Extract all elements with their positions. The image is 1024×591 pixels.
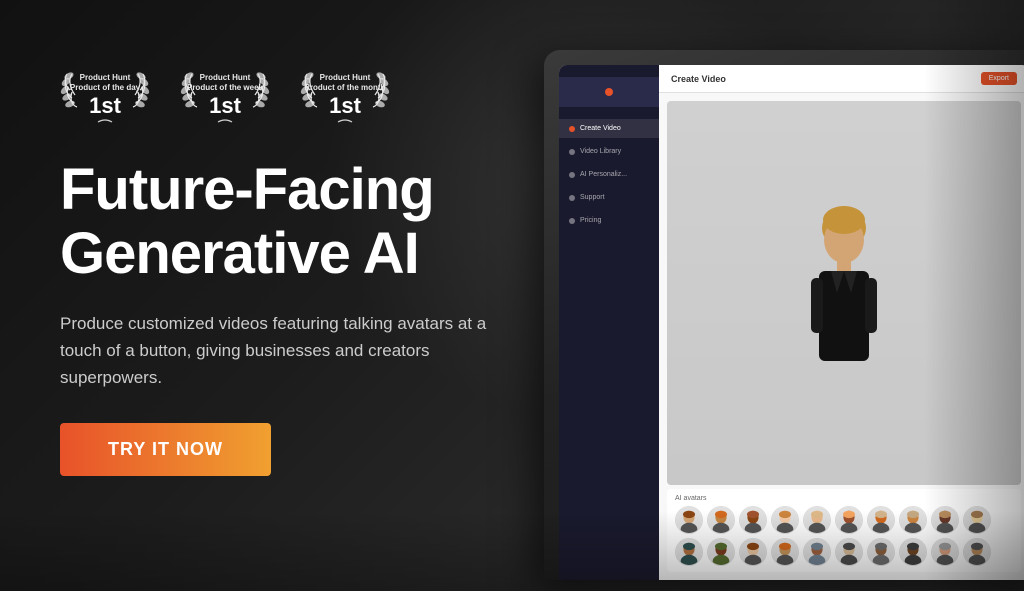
sidebar-item-support[interactable]: Support bbox=[559, 188, 659, 207]
laptop-screen: Create Video Video Library AI Personaliz… bbox=[559, 65, 1024, 580]
badge-text-3: Product HuntProduct of the month 1st bbox=[305, 73, 386, 116]
sidebar-icon bbox=[569, 172, 575, 178]
avatars-grid bbox=[675, 506, 1013, 566]
sidebar-label: Create Video bbox=[580, 125, 621, 132]
badge-text-2: Product HuntProduct of the week 1st bbox=[187, 73, 263, 116]
badge-rank-1: 1st bbox=[70, 95, 140, 117]
sidebar-icon bbox=[569, 195, 575, 201]
avatar-thumb[interactable] bbox=[867, 506, 895, 534]
avatar-thumb[interactable] bbox=[707, 506, 735, 534]
avatars-label: AI avatars bbox=[675, 495, 1013, 502]
sidebar-icon bbox=[569, 149, 575, 155]
app-sidebar: Create Video Video Library AI Personaliz… bbox=[559, 65, 659, 580]
badge-top-2: Product HuntProduct of the week bbox=[187, 73, 263, 92]
avatar-thumb[interactable] bbox=[835, 506, 863, 534]
avatar-svg bbox=[789, 198, 899, 388]
sidebar-icon bbox=[569, 218, 575, 224]
video-preview bbox=[667, 101, 1021, 485]
avatar-thumb[interactable] bbox=[899, 538, 927, 566]
cta-button[interactable]: TRY IT NOW bbox=[60, 423, 271, 476]
badge-rank-2: 1st bbox=[187, 95, 263, 117]
badge-rank-3: 1st bbox=[305, 95, 386, 117]
sidebar-logo bbox=[559, 77, 659, 107]
avatar-thumb[interactable] bbox=[803, 506, 831, 534]
avatar-thumb[interactable] bbox=[707, 538, 735, 566]
app-mockup: Create Video Video Library AI Personaliz… bbox=[524, 20, 1024, 580]
avatar-thumb[interactable] bbox=[771, 538, 799, 566]
sidebar-label: Pricing bbox=[580, 217, 601, 224]
avatar-thumb[interactable] bbox=[771, 506, 799, 534]
badge-laurel-2: Product HuntProduct of the week 1st bbox=[180, 60, 270, 130]
logo-dot bbox=[605, 88, 613, 96]
sidebar-item-create[interactable]: Create Video bbox=[559, 119, 659, 138]
sidebar-item-library[interactable]: Video Library bbox=[559, 142, 659, 161]
avatar-thumb[interactable] bbox=[835, 538, 863, 566]
app-main: Create Video Export bbox=[659, 65, 1024, 580]
avatar-thumb[interactable] bbox=[675, 506, 703, 534]
badge-laurel-3: Product HuntProduct of the month 1st bbox=[300, 60, 390, 130]
badge-top-1: Product HuntProduct of the day bbox=[70, 73, 140, 92]
app-content: AI avatars bbox=[659, 93, 1024, 580]
badge-2: Product HuntProduct of the week 1st bbox=[180, 60, 270, 130]
avatar-thumb[interactable] bbox=[899, 506, 927, 534]
sidebar-label: Support bbox=[580, 194, 605, 201]
avatar-thumb[interactable] bbox=[675, 538, 703, 566]
avatar-thumb[interactable] bbox=[963, 538, 991, 566]
avatar-person bbox=[667, 101, 1021, 485]
subtitle: Produce customized videos featuring talk… bbox=[60, 310, 500, 392]
avatar-thumb[interactable] bbox=[931, 538, 959, 566]
sidebar-item-ai[interactable]: AI Personaliz... bbox=[559, 165, 659, 184]
badge-1: Product HuntProduct of the day 1st bbox=[60, 60, 150, 130]
avatar-thumb[interactable] bbox=[739, 538, 767, 566]
app-header-title: Create Video bbox=[671, 74, 726, 84]
app-ui: Create Video Video Library AI Personaliz… bbox=[559, 65, 1024, 580]
sidebar-item-pricing[interactable]: Pricing bbox=[559, 211, 659, 230]
badge-top-3: Product HuntProduct of the month bbox=[305, 73, 386, 92]
laptop-outer: Create Video Video Library AI Personaliz… bbox=[544, 50, 1024, 580]
avatars-section: AI avatars bbox=[667, 489, 1021, 572]
badge-text-1: Product HuntProduct of the day 1st bbox=[70, 73, 140, 116]
app-header: Create Video Export bbox=[659, 65, 1024, 93]
avatar-thumb[interactable] bbox=[963, 506, 991, 534]
badge-laurel-1: Product HuntProduct of the day 1st bbox=[60, 60, 150, 130]
hero-section: Product HuntProduct of the day 1st bbox=[0, 0, 1024, 591]
avatar-thumb[interactable] bbox=[931, 506, 959, 534]
avatar-thumb[interactable] bbox=[739, 506, 767, 534]
export-button[interactable]: Export bbox=[981, 72, 1017, 85]
avatar-thumb[interactable] bbox=[867, 538, 895, 566]
avatar-thumb[interactable] bbox=[803, 538, 831, 566]
sidebar-icon bbox=[569, 126, 575, 132]
sidebar-label: Video Library bbox=[580, 148, 621, 155]
badge-3: Product HuntProduct of the month 1st bbox=[300, 60, 390, 130]
sidebar-label: AI Personaliz... bbox=[580, 171, 627, 178]
